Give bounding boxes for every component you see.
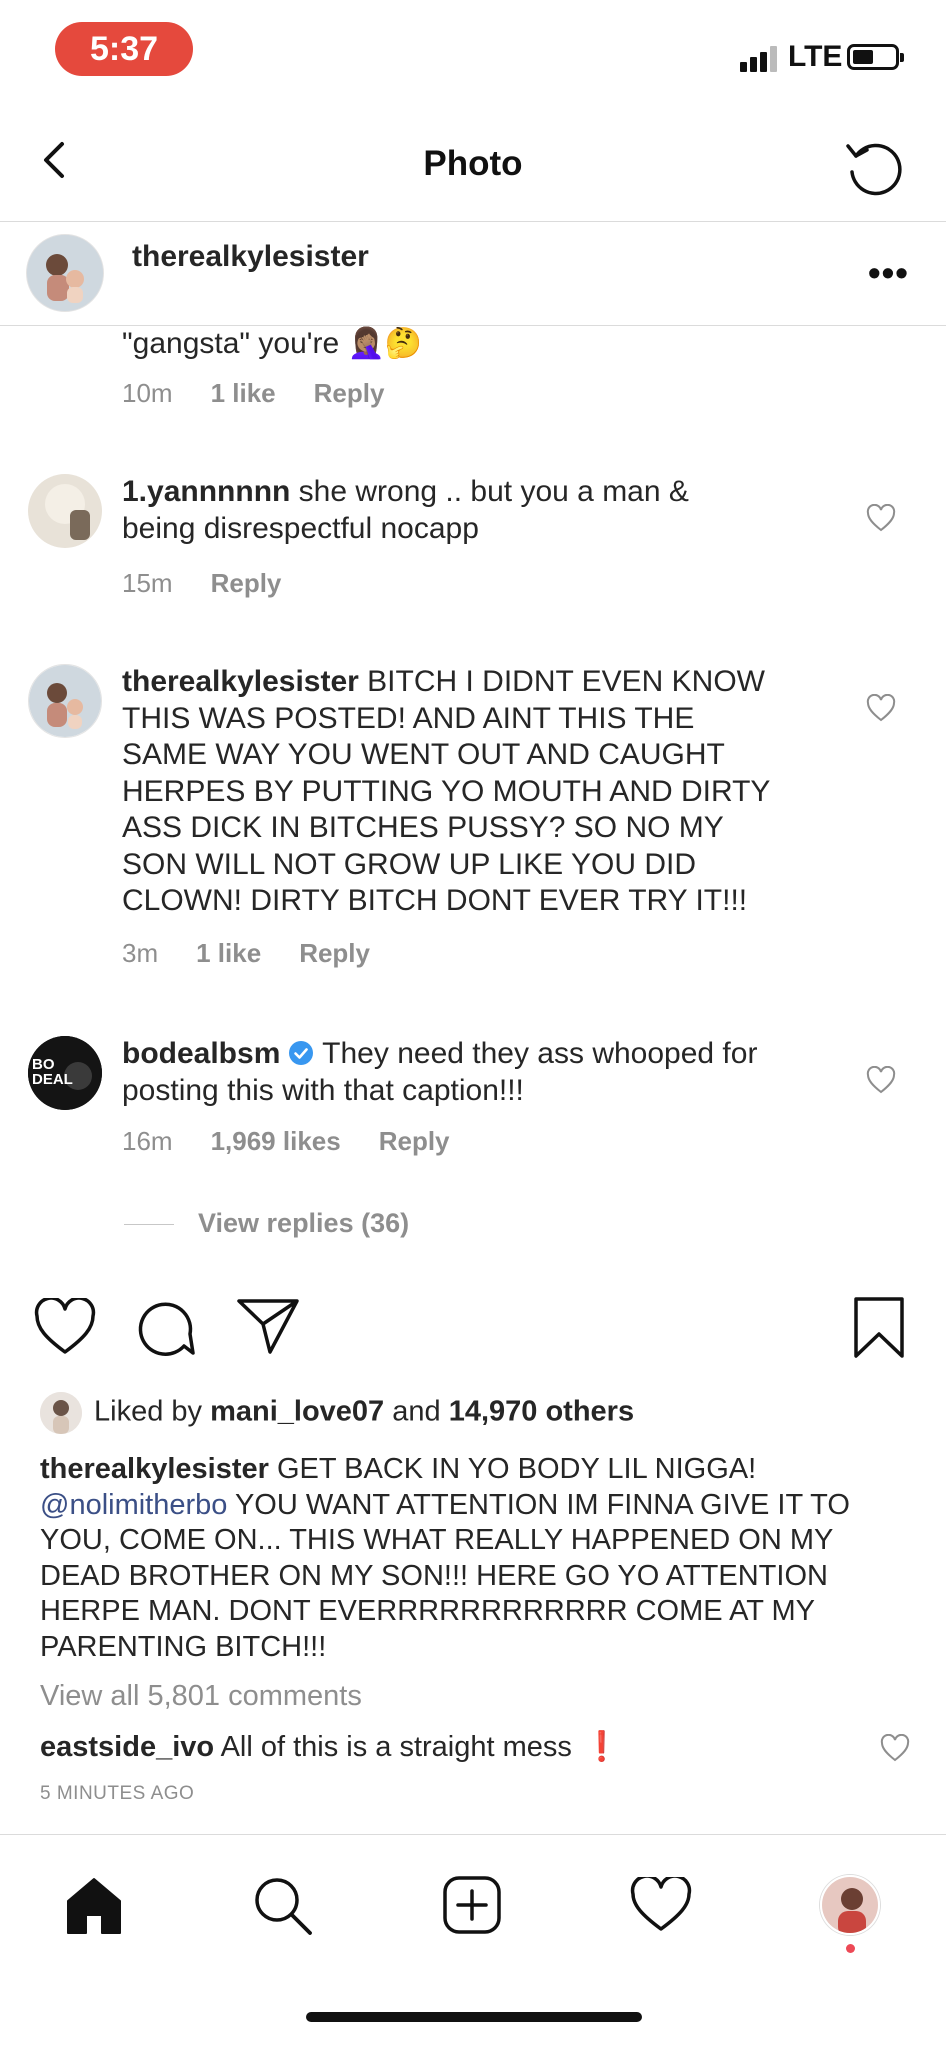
comment-likes[interactable]: 1,969 likes bbox=[211, 1126, 341, 1156]
signal-icon bbox=[740, 44, 782, 72]
more-dots-icon[interactable]: ••• bbox=[868, 252, 909, 294]
battery-icon bbox=[847, 44, 904, 70]
search-icon[interactable] bbox=[252, 1875, 314, 1937]
comment-time: 15m bbox=[122, 568, 173, 598]
liked-by[interactable]: Liked by mani_love07 and 14,970 others bbox=[40, 1392, 634, 1434]
comment-time: 10m bbox=[122, 378, 173, 408]
comment-text: bodealbsm They need they ass whooped for… bbox=[122, 1037, 758, 1107]
home-icon[interactable] bbox=[64, 1875, 124, 1935]
comment-text: therealkylesister BITCH I DIDNT EVEN KNO… bbox=[122, 665, 771, 917]
status-time: 5:37 bbox=[55, 22, 193, 76]
avatar-text: DEAL bbox=[32, 1071, 73, 1088]
exclamation-emoji: ❗ bbox=[583, 1731, 621, 1763]
verified-badge-icon bbox=[289, 1041, 314, 1065]
post-timestamp: 5 MINUTES AGO bbox=[40, 1783, 195, 1804]
reply-button[interactable]: Reply bbox=[379, 1126, 450, 1156]
comment-meta: 10m 1 like Reply bbox=[122, 378, 422, 409]
comment-text: 1.yannnnnn she wrong .. but you a man & … bbox=[122, 475, 689, 545]
heart-icon[interactable] bbox=[866, 1066, 896, 1094]
nav-header: Photo bbox=[0, 100, 946, 222]
add-post-icon[interactable] bbox=[442, 1875, 502, 1935]
paper-plane-icon[interactable] bbox=[236, 1296, 300, 1356]
comment-time: 3m bbox=[122, 938, 159, 968]
view-replies-button[interactable]: View replies (36) bbox=[124, 1208, 409, 1239]
comment-username[interactable]: therealkylesister bbox=[122, 665, 359, 698]
comment-time: 16m bbox=[122, 1126, 173, 1156]
refresh-icon[interactable] bbox=[842, 134, 906, 198]
liker-others[interactable]: 14,970 others bbox=[449, 1396, 634, 1428]
comment-meta: 16m 1,969 likes Reply bbox=[122, 1126, 488, 1157]
comment-item: "gangsta" you're 🤦🏽‍♀️🤔 10m 1 like Reply bbox=[0, 326, 946, 426]
heart-icon[interactable] bbox=[866, 504, 896, 532]
commenter-avatar[interactable] bbox=[28, 474, 102, 548]
comment-item: 1.yannnnnn she wrong .. but you a man & … bbox=[0, 470, 946, 610]
comment-username[interactable]: bodealbsm bbox=[122, 1037, 280, 1070]
commenter-avatar[interactable]: BO DEAL bbox=[28, 1036, 102, 1110]
reply-button[interactable]: Reply bbox=[211, 568, 282, 598]
liker-avatar bbox=[40, 1392, 82, 1434]
comment-text: "gangsta" you're 🤦🏽‍♀️🤔 bbox=[122, 327, 423, 360]
owner-avatar[interactable] bbox=[26, 234, 104, 312]
status-bar: 5:37 LTE bbox=[0, 0, 946, 100]
divider bbox=[124, 1224, 174, 1226]
comment-likes[interactable]: 1 like bbox=[196, 938, 261, 968]
comment-username[interactable]: eastside_ivo bbox=[40, 1731, 214, 1763]
post-caption: therealkylesister GET BACK IN YO BODY LI… bbox=[40, 1453, 850, 1663]
post-owner-row: therealkylesister ••• bbox=[0, 222, 946, 326]
commenter-avatar[interactable] bbox=[28, 664, 102, 738]
comment-meta: 3m 1 like Reply bbox=[122, 938, 408, 969]
reply-button[interactable]: Reply bbox=[314, 378, 385, 408]
page-title: Photo bbox=[423, 144, 523, 183]
comment-item: therealkylesister BITCH I DIDNT EVEN KNO… bbox=[0, 660, 946, 980]
reply-button[interactable]: Reply bbox=[299, 938, 370, 968]
caption-username[interactable]: therealkylesister bbox=[40, 1453, 269, 1485]
owner-username[interactable]: therealkylesister bbox=[132, 240, 369, 274]
heart-icon[interactable] bbox=[880, 1734, 910, 1762]
network-type: LTE bbox=[788, 40, 843, 73]
comment-item: BO DEAL bodealbsm They need they ass who… bbox=[0, 1034, 946, 1184]
post-action-bar bbox=[0, 1290, 946, 1370]
notification-dot bbox=[846, 1944, 855, 1953]
comment-meta: 15m Reply bbox=[122, 568, 319, 599]
liker-username[interactable]: mani_love07 bbox=[210, 1396, 384, 1428]
heart-icon[interactable] bbox=[630, 1877, 692, 1933]
comment-username[interactable]: 1.yannnnnn bbox=[122, 475, 290, 508]
heart-icon[interactable] bbox=[866, 694, 896, 722]
bookmark-icon[interactable] bbox=[852, 1296, 906, 1360]
profile-avatar[interactable] bbox=[820, 1875, 880, 1935]
heart-icon[interactable] bbox=[34, 1298, 96, 1356]
home-indicator bbox=[306, 2012, 642, 2022]
comment-likes[interactable]: 1 like bbox=[211, 378, 276, 408]
view-all-comments-link[interactable]: View all 5,801 comments bbox=[40, 1680, 362, 1713]
caption-mention[interactable]: @nolimitherbo bbox=[40, 1489, 227, 1521]
comment-bubble-icon[interactable] bbox=[136, 1298, 196, 1358]
latest-comment: eastside_ivo All of this is a straight m… bbox=[40, 1731, 621, 1763]
